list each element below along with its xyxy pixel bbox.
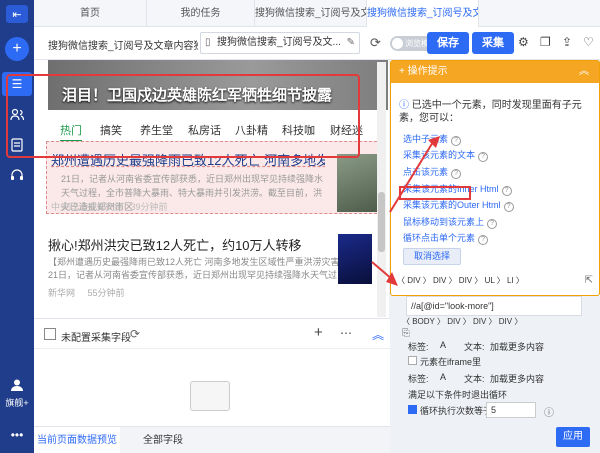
iframe-label: 元素在iframe里 bbox=[420, 357, 482, 367]
news-thumbnail[interactable] bbox=[337, 154, 381, 212]
element-path-2[interactable]: 〈 BODY 〉 DIV 〉 DIV 〉 DIV 〉 bbox=[402, 316, 522, 327]
help-icon: ? bbox=[501, 186, 512, 196]
tab-all-fields[interactable]: 全部字段 bbox=[120, 427, 206, 453]
tab-my-tasks[interactable]: 我的任务 bbox=[147, 0, 255, 27]
loop-times-label: 循环执行次数等于 bbox=[420, 406, 493, 416]
tag-label: 标签: bbox=[408, 342, 429, 352]
headset-icon[interactable] bbox=[5, 164, 29, 186]
help-icon: ? bbox=[487, 219, 498, 229]
share-icon[interactable]: ⇪ bbox=[562, 35, 572, 49]
apply-button[interactable]: 应用 bbox=[556, 427, 590, 447]
copy-icon[interactable]: ❐ bbox=[540, 35, 551, 49]
action-hover[interactable]: 鼠标移动到该元素上? bbox=[403, 215, 498, 229]
collapse-up-icon[interactable]: ︽ bbox=[372, 326, 384, 343]
iframe-checkbox[interactable] bbox=[408, 356, 417, 365]
left-rail: ⇤ + ☰ 旗舰+ ••• bbox=[0, 0, 34, 453]
collapse-up-icon[interactable]: ︽ bbox=[579, 61, 589, 83]
tab-sogou-1[interactable]: 搜狗微信搜索_订阅号及文× bbox=[255, 0, 367, 27]
field-status-label: 未配置采集字段 bbox=[61, 333, 131, 344]
toggle-knob bbox=[392, 38, 403, 49]
news-title[interactable]: 揪心!郑州洪灾已致12人死亡，约10万人转移 bbox=[48, 235, 302, 254]
toolbar: 搜狗微信搜索_订阅号及文章内容独... ▯ 搜狗微信搜索_订阅号及文... ✎ … bbox=[34, 27, 600, 60]
save-button[interactable]: 保存 bbox=[427, 32, 469, 54]
refresh-icon[interactable]: ⟳ bbox=[370, 35, 381, 51]
task-title: 搜狗微信搜索_订阅号及文章内容独... bbox=[48, 41, 198, 52]
loop-exit-label: 满足以下条件时退出循环 bbox=[408, 390, 508, 400]
text-label: 文本: bbox=[464, 374, 485, 384]
avatar-icon[interactable] bbox=[5, 374, 29, 396]
help-icon[interactable]: ⓘ bbox=[544, 404, 554, 419]
news-thumbnail[interactable] bbox=[338, 234, 372, 284]
loop-count-input[interactable]: 5 bbox=[486, 402, 536, 418]
scrollbar-thumb[interactable] bbox=[378, 192, 385, 252]
action-select-children[interactable]: 选中子元素? bbox=[403, 132, 462, 146]
collapse-icon[interactable]: ⇤ bbox=[6, 5, 28, 23]
more-icon[interactable]: ••• bbox=[0, 428, 34, 442]
action-collect-outer-html[interactable]: 采集该元素的Outer Html? bbox=[403, 198, 514, 212]
xpath-field[interactable]: //a[@id="look-more"] bbox=[406, 296, 582, 316]
operation-tip-popup: + 操作提示 ︽ ⓘ 已选中一个元素，同时发现里面有子元素，您可以： 选中子元素?… bbox=[390, 60, 600, 296]
help-icon: ? bbox=[478, 152, 489, 162]
news-summary: 【郑州遭遇历史最强降雨已致12人死亡 河南多地发生区域性严重洪涝灾害】21日，记… bbox=[48, 257, 349, 280]
user-plan-label[interactable]: 旗舰+ bbox=[0, 396, 34, 409]
page-icon: ▯ bbox=[205, 37, 211, 48]
help-icon: ? bbox=[451, 169, 462, 179]
tag-value: A bbox=[440, 372, 447, 382]
action-click[interactable]: 点击该元素? bbox=[403, 165, 462, 179]
tab-current-preview[interactable]: 当前页面数据预览 bbox=[34, 427, 120, 453]
data-panel-tabs: 当前页面数据预览 全部字段 bbox=[34, 426, 390, 453]
action-loop-click[interactable]: 循环点击单个元素? bbox=[403, 231, 489, 245]
external-link-icon[interactable]: ⇱ bbox=[585, 271, 593, 291]
tab-bar: 首页 我的任务 搜狗微信搜索_订阅号及文× 搜狗微信搜索_订阅号及文× bbox=[34, 0, 600, 27]
add-task-button[interactable]: + bbox=[5, 37, 29, 61]
hint-icon[interactable]: ♡ bbox=[583, 35, 594, 49]
tip-info: ⓘ 已选中一个元素，同时发现里面有子元素，您可以： bbox=[399, 100, 582, 124]
tag-label: 标签: bbox=[408, 374, 429, 384]
empty-state-icon bbox=[190, 381, 230, 411]
text-value: 加载更多内容 bbox=[490, 374, 545, 384]
url-field[interactable]: ▯ 搜狗微信搜索_订阅号及文... ✎ bbox=[200, 32, 360, 54]
cancel-selection-button[interactable]: 取消选择 bbox=[403, 248, 461, 265]
help-icon: ? bbox=[503, 202, 514, 212]
edit-icon[interactable]: ✎ bbox=[347, 33, 355, 53]
collect-button[interactable]: 采集 bbox=[472, 32, 514, 54]
data-preview-panel: 未配置采集字段 ⟳ + ⋯ ︽ 当前页面数据预览 全部字段 bbox=[34, 318, 390, 453]
action-highlight bbox=[399, 186, 471, 200]
help-icon: ? bbox=[478, 235, 489, 245]
field-icon bbox=[44, 328, 56, 340]
copy-icon[interactable]: ⎘ bbox=[402, 328, 410, 339]
right-panel: + 操作提示 ︽ ⓘ 已选中一个元素，同时发现里面有子元素，您可以： 选中子元素?… bbox=[390, 60, 600, 453]
more-icon[interactable]: ⋯ bbox=[340, 326, 352, 340]
text-label: 文本: bbox=[464, 342, 485, 352]
scrollbar[interactable] bbox=[377, 62, 386, 317]
info-icon: ⓘ bbox=[399, 100, 412, 111]
action-collect-text[interactable]: 采集该元素的文本? bbox=[403, 148, 489, 162]
refresh-icon[interactable]: ⟳ bbox=[130, 327, 140, 341]
element-path[interactable]: 〈 DIV 〉 DIV 〉 DIV 〉 UL 〉 LI 〉 ⇱ bbox=[397, 271, 597, 291]
loop-times-checkbox[interactable] bbox=[408, 405, 417, 414]
tag-value: A bbox=[440, 340, 447, 350]
data-panel-header: 未配置采集字段 ⟳ + ⋯ ︽ bbox=[34, 319, 390, 349]
selection-highlight bbox=[6, 74, 360, 158]
text-value: 加载更多内容 bbox=[490, 342, 545, 352]
tab-sogou-2[interactable]: 搜狗微信搜索_订阅号及文× bbox=[367, 0, 479, 27]
tip-header[interactable]: + 操作提示 ︽ bbox=[391, 61, 599, 83]
news-meta: 中央政法委长安剑 39分钟前 bbox=[51, 202, 168, 212]
add-field-icon[interactable]: + bbox=[314, 324, 323, 341]
tab-home[interactable]: 首页 bbox=[34, 0, 147, 27]
help-icon: ? bbox=[451, 136, 462, 146]
settings-icon[interactable]: ⚙ bbox=[518, 35, 529, 49]
news-meta: 新华网 55分钟前 bbox=[48, 288, 125, 298]
